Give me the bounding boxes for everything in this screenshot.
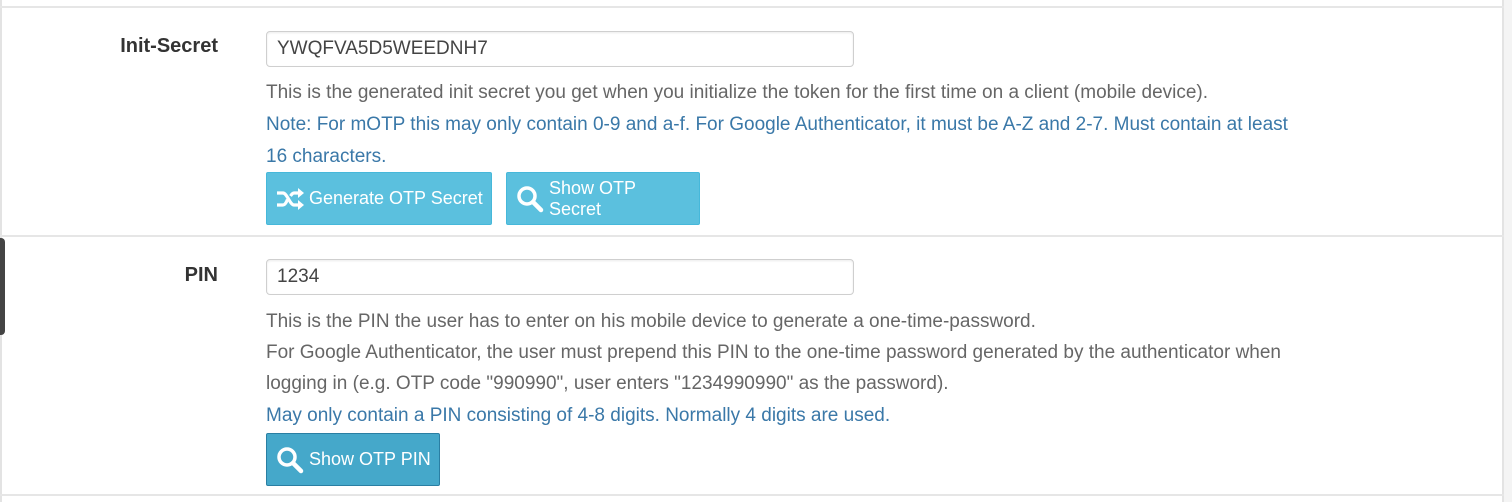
- pin-note: May only contain a PIN consisting of 4-8…: [266, 405, 891, 426]
- init-secret-note-line2: 16 characters.: [266, 146, 387, 167]
- row-divider-top: [0, 6, 1504, 8]
- side-drag-handle[interactable]: [0, 238, 5, 335]
- show-otp-secret-label: Show OTP Secret: [549, 177, 636, 219]
- row-divider-middle: [0, 235, 1504, 237]
- init-secret-help: This is the generated init secret you ge…: [266, 82, 1209, 103]
- init-secret-note-line1: Note: For mOTP this may only contain 0-9…: [266, 114, 1288, 135]
- pin-help-line3: logging in (e.g. OTP code "990990", user…: [266, 373, 949, 394]
- search-icon: [277, 446, 304, 473]
- search-icon: [517, 185, 544, 212]
- show-otp-pin-button[interactable]: Show OTP PIN: [266, 433, 440, 486]
- pin-help-line2: For Google Authenticator, the user must …: [266, 342, 1281, 363]
- generate-otp-secret-button[interactable]: Generate OTP Secret: [266, 172, 492, 225]
- show-otp-secret-button[interactable]: Show OTP Secret: [506, 172, 700, 225]
- pin-label: PIN: [184, 264, 218, 286]
- row-divider-bottom: [0, 494, 1504, 496]
- pin-input[interactable]: [266, 259, 854, 295]
- random-icon: [277, 187, 304, 210]
- scrollbar-gutter: [1504, 0, 1512, 502]
- init-secret-input[interactable]: [266, 31, 854, 67]
- show-otp-pin-label: Show OTP PIN: [309, 449, 431, 469]
- generate-otp-secret-label: Generate OTP Secret: [309, 188, 483, 208]
- settings-panel: Init-Secret This is the generated init s…: [0, 0, 1504, 502]
- init-secret-label: Init-Secret: [120, 35, 218, 57]
- pin-help-line1: This is the PIN the user has to enter on…: [266, 311, 1036, 332]
